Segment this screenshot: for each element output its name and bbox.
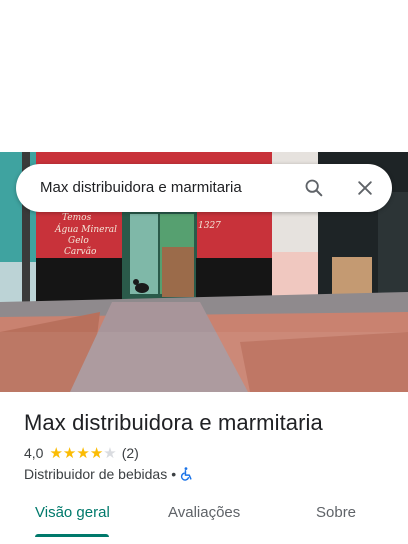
star-icon: ★ (49, 444, 63, 462)
rating-row[interactable]: 4,0 ★ ★ ★ ★ ★ (2) (24, 444, 139, 462)
star-icon: ★ (89, 444, 104, 462)
place-category: Distribuidor de bebidas (24, 466, 168, 482)
star-empty-icon: ★ (103, 444, 117, 462)
blank-map-area (0, 0, 408, 152)
wheelchair-accessible-icon (180, 467, 193, 481)
separator: • (171, 466, 177, 482)
place-title: Max distribuidora e marmitaria (24, 410, 323, 435)
star-icon: ★ (62, 444, 77, 462)
svg-text:1327: 1327 (198, 221, 221, 231)
active-tab-indicator (35, 534, 109, 537)
svg-text:Carvão: Carvão (64, 246, 97, 257)
search-input[interactable]: Max distribuidora e marmitaria (40, 179, 242, 196)
category-row: Distribuidor de bebidas • (24, 465, 193, 483)
star-rating: ★ ★ ★ ★ ★ (49, 446, 116, 461)
svg-text:Temos: Temos (62, 213, 92, 223)
svg-text:Gelo: Gelo (68, 236, 89, 246)
search-icon[interactable] (302, 176, 326, 200)
rating-value: 4,0 (24, 445, 44, 461)
svg-text:Água Mineral: Água Mineral (54, 223, 117, 235)
tab-about[interactable]: Sobre (316, 504, 356, 521)
search-bar[interactable]: Max distribuidora e marmitaria (16, 164, 392, 212)
tab-reviews[interactable]: Avaliações (168, 504, 240, 521)
close-icon[interactable] (353, 176, 377, 200)
star-icon: ★ (76, 444, 90, 462)
tab-overview[interactable]: Visão geral (35, 504, 110, 521)
review-count[interactable]: (2) (122, 445, 139, 461)
tab-bar: Visão geral Avaliações Sobre (0, 492, 408, 544)
